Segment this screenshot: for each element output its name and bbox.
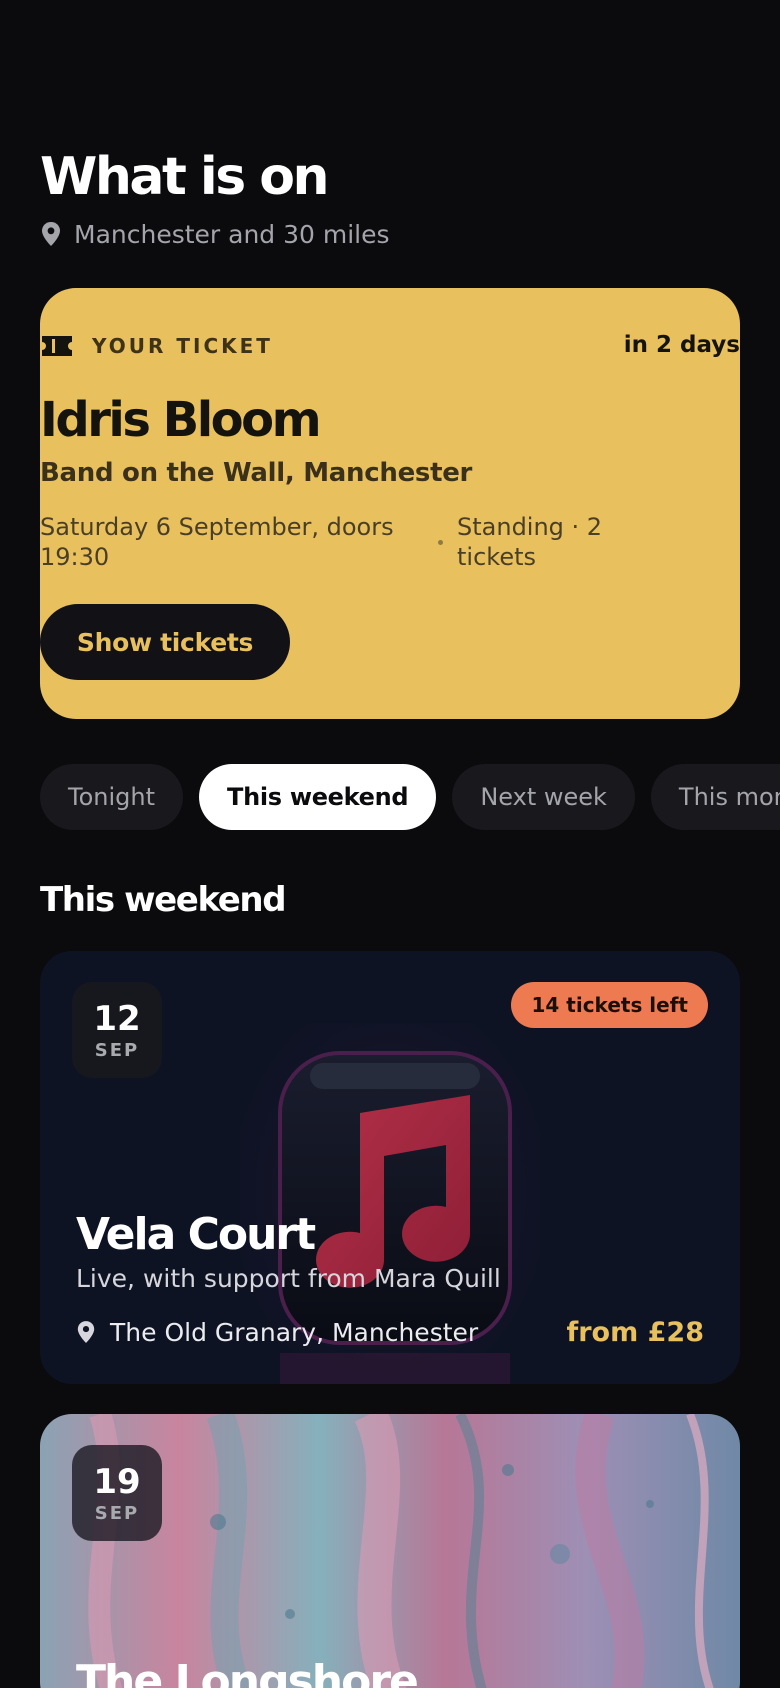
- event-subtitle: Live, with support from Mara Quill: [76, 1264, 501, 1293]
- location-filter[interactable]: Manchester and 30 miles: [40, 218, 390, 250]
- date-filter-chips: Tonight This weekend Next week This mont…: [40, 764, 780, 830]
- ticket-label-text: YOUR TICKET: [92, 334, 273, 358]
- date-day: 12: [93, 998, 141, 1039]
- chip-this-month[interactable]: This month: [650, 764, 780, 830]
- ticket-datetime: Saturday 6 September, doors 19:30: [40, 513, 394, 571]
- page-title: What is on: [40, 147, 330, 207]
- event-card[interactable]: 12 SEP 14 tickets left Vela Court Live, …: [40, 951, 740, 1384]
- event-card[interactable]: 19 SEP The Longshore: [40, 1414, 740, 1688]
- event-price: from £28: [566, 1317, 704, 1348]
- chip-next-week[interactable]: Next week: [452, 764, 635, 830]
- show-tickets-button[interactable]: Show tickets: [40, 604, 290, 680]
- ticket-icon: [42, 336, 72, 356]
- section-title: This weekend: [40, 880, 287, 920]
- tickets-left-badge: 14 tickets left: [511, 982, 708, 1028]
- ticket-details: Standing · 2 tickets: [457, 513, 603, 571]
- date-badge: 19 SEP: [72, 1445, 162, 1541]
- ticket-meta: Saturday 6 September, doors 19:30 Standi…: [40, 512, 660, 572]
- ticket-artist: Idris Bloom: [40, 392, 322, 448]
- ticket-label: YOUR TICKET: [40, 330, 273, 362]
- location-pin-icon: [42, 222, 60, 246]
- event-title: Vela Court: [76, 1209, 316, 1260]
- event-venue: The Old Granary, Manchester: [76, 1315, 478, 1349]
- location-label: Manchester and 30 miles: [74, 219, 390, 249]
- event-venue-label: The Old Granary, Manchester: [110, 1317, 479, 1347]
- ticket-countdown: in 2 days: [623, 332, 740, 358]
- separator-dot: [438, 539, 443, 545]
- date-day: 19: [93, 1461, 141, 1502]
- screen: What is on Manchester and 30 miles YOUR …: [0, 0, 780, 1688]
- date-month: SEP: [94, 1502, 140, 1524]
- date-badge: 12 SEP: [72, 982, 162, 1078]
- location-pin-icon: [77, 1321, 95, 1343]
- chip-this-weekend[interactable]: This weekend: [199, 764, 437, 830]
- ticket-venue: Band on the Wall, Manchester: [40, 458, 473, 488]
- date-month: SEP: [94, 1039, 140, 1061]
- event-title: The Longshore: [76, 1656, 419, 1688]
- chip-tonight[interactable]: Tonight: [40, 764, 183, 830]
